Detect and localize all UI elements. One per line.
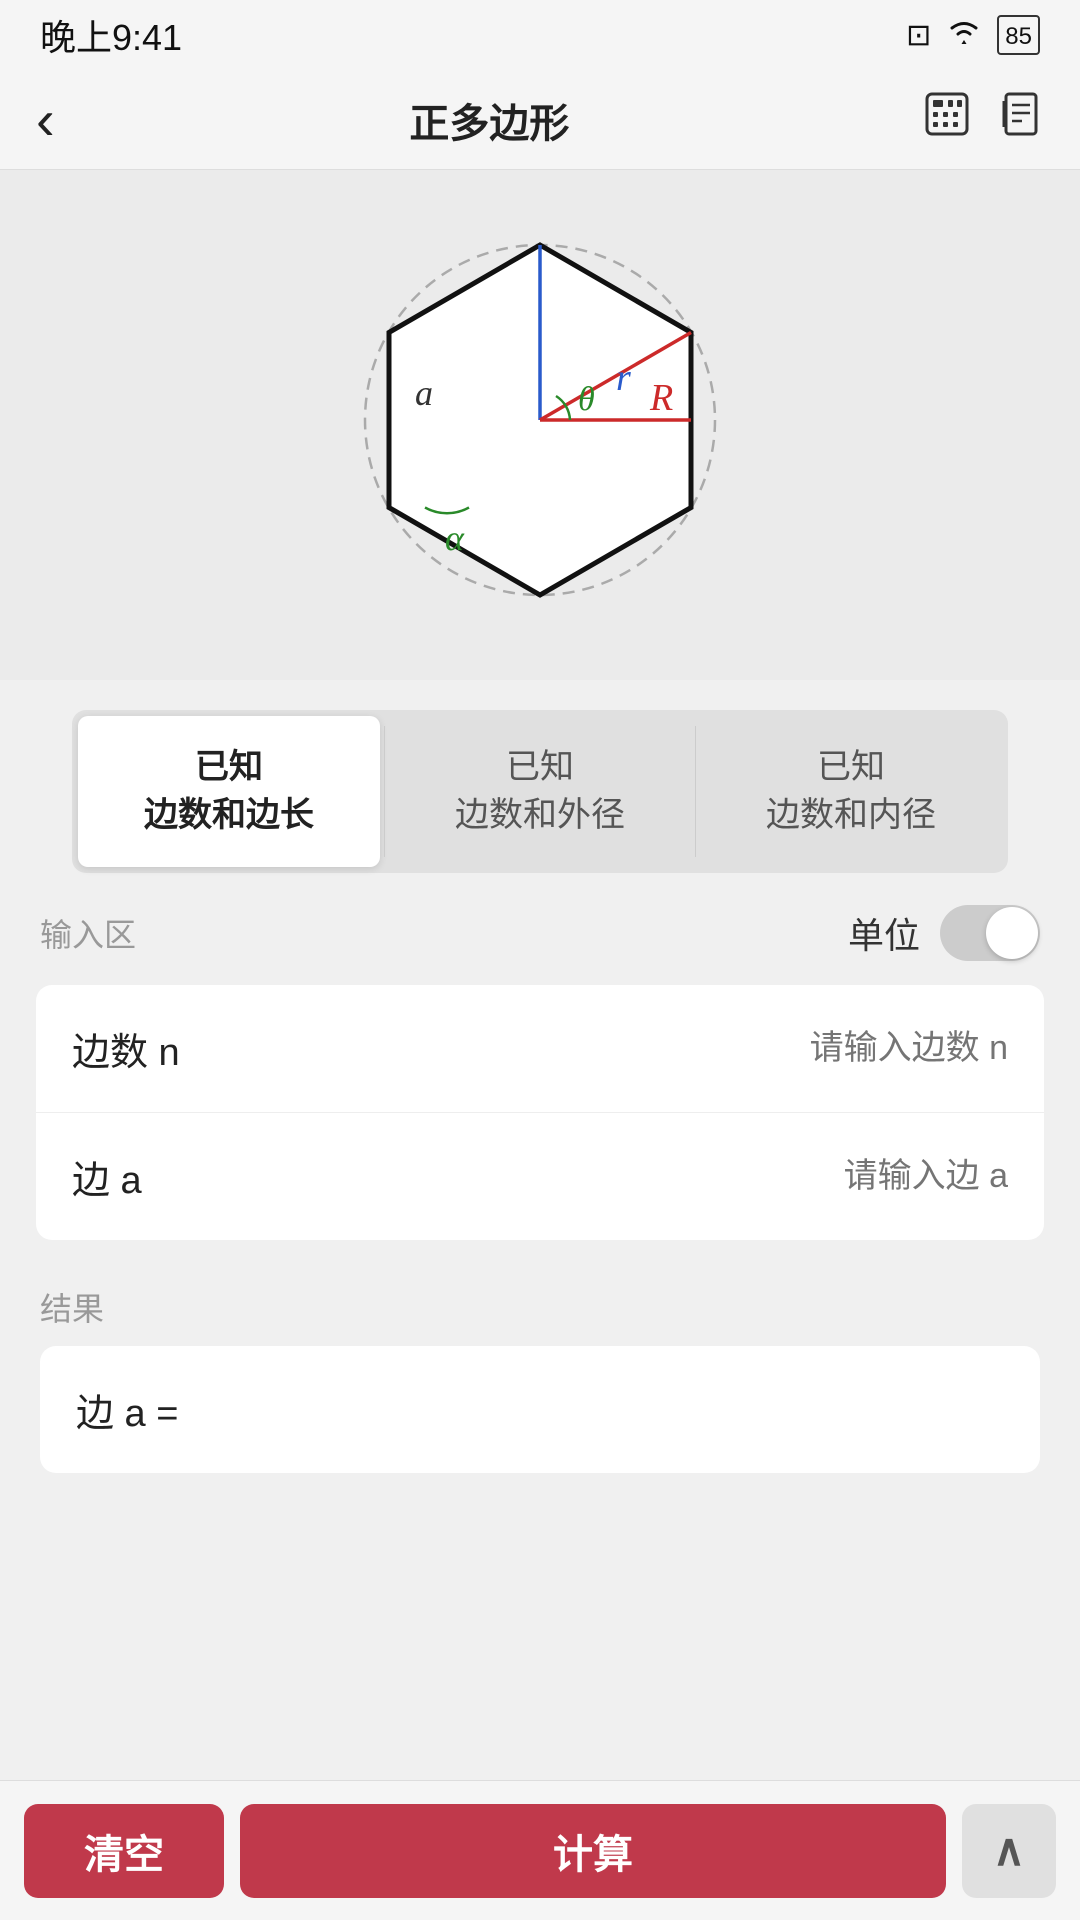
header: ‹ 正多边形	[0, 70, 1080, 170]
battery-icon: 85	[997, 15, 1040, 55]
tab-divider-1	[384, 726, 385, 857]
result-label: 结果	[40, 1284, 1040, 1330]
tab-sides-inradius[interactable]: 已知 边数和内径	[700, 716, 1002, 867]
notebook-icon[interactable]	[998, 91, 1044, 148]
input-section-label: 输入区	[40, 910, 136, 956]
input-section-header: 输入区 单位	[0, 873, 1080, 977]
svg-text:a: a	[415, 373, 433, 413]
tab-divider-2	[695, 726, 696, 857]
side-a-input[interactable]	[272, 1157, 1008, 1196]
battery-charging-icon: ⊡	[906, 18, 931, 53]
status-bar: 晚上9:41 ⊡ 85	[0, 0, 1080, 70]
svg-text:R: R	[649, 377, 673, 419]
wifi-icon	[945, 16, 983, 54]
sides-input[interactable]	[272, 1029, 1008, 1068]
tab-group: 已知 边数和边长 已知 边数和外径 已知 边数和内径	[72, 710, 1008, 873]
calculator-icon[interactable]	[924, 91, 970, 148]
unit-row: 单位	[848, 905, 1040, 961]
back-button[interactable]: ‹	[36, 92, 55, 148]
input-card: 边数 n 边 a	[36, 985, 1044, 1240]
svg-text:α: α	[445, 518, 465, 558]
toggle-knob	[986, 907, 1038, 959]
clear-button[interactable]: 清空	[24, 1804, 224, 1898]
input-row-side-a: 边 a	[36, 1113, 1044, 1240]
bottom-bar: 清空 计算 ∧	[0, 1780, 1080, 1920]
svg-text:θ: θ	[578, 381, 595, 418]
tabs-section: 已知 边数和边长 已知 边数和外径 已知 边数和内径	[0, 680, 1080, 873]
result-row-a: 边 a =	[76, 1382, 1004, 1437]
input-section: 输入区 单位 边数 n 边 a	[0, 873, 1080, 1248]
status-icons: ⊡ 85	[906, 15, 1040, 55]
unit-toggle[interactable]	[940, 905, 1040, 961]
tab-sides-circumradius[interactable]: 已知 边数和外径	[389, 716, 691, 867]
calculate-button[interactable]: 计算	[240, 1804, 946, 1898]
result-section-inner: 结果 边 a =	[0, 1248, 1080, 1489]
result-section: 结果 边 a =	[0, 1248, 1080, 1649]
side-a-label: 边 a	[72, 1149, 272, 1204]
polygon-diagram: r R θ α a	[260, 210, 820, 630]
collapse-button[interactable]: ∧	[962, 1804, 1056, 1898]
svg-text:r: r	[616, 357, 631, 399]
input-row-sides: 边数 n	[36, 985, 1044, 1113]
header-actions	[924, 91, 1044, 148]
tab-sides-length[interactable]: 已知 边数和边长	[78, 716, 380, 867]
chevron-up-icon: ∧	[993, 1825, 1025, 1876]
page-title: 正多边形	[409, 91, 569, 149]
result-card: 边 a =	[40, 1346, 1040, 1473]
unit-label: 单位	[848, 907, 920, 959]
sides-label: 边数 n	[72, 1021, 272, 1076]
status-time: 晚上9:41	[40, 9, 182, 61]
diagram-area: r R θ α a	[0, 170, 1080, 680]
